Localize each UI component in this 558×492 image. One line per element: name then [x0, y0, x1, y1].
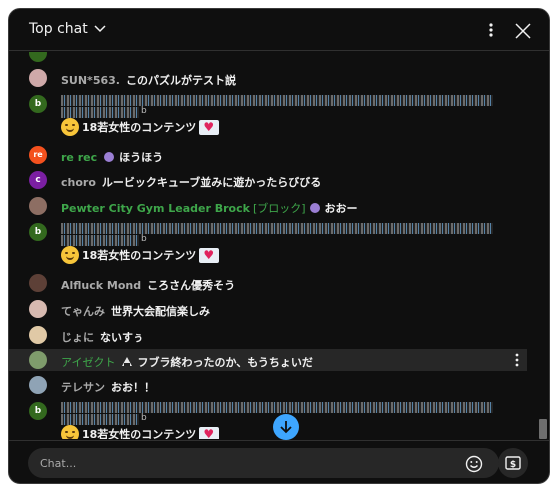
- message-author[interactable]: Alfluck Mond: [61, 279, 141, 292]
- avatar: [29, 52, 47, 62]
- super-chat-button[interactable]: $: [498, 448, 528, 478]
- avatar: [29, 274, 47, 292]
- avatar: b: [29, 402, 47, 420]
- message-menu-icon[interactable]: [515, 353, 519, 367]
- avatar: [29, 351, 47, 369]
- message-author[interactable]: [61, 402, 493, 413]
- message-fragment: b: [141, 413, 147, 423]
- garbled-text: [61, 107, 139, 118]
- avatar: [29, 376, 47, 394]
- garbled-text: [61, 235, 139, 246]
- message-text: ほうほう: [119, 151, 164, 164]
- message-text: ルービックキューブ並みに遊かったらびびる: [101, 176, 322, 189]
- onigiri-badge-icon: [122, 357, 133, 366]
- heart-icon: ♥: [199, 247, 220, 263]
- smiling-emoji-icon: [61, 246, 79, 264]
- avatar: [29, 197, 47, 215]
- avatar: b: [29, 95, 47, 113]
- message-text: ないすぅ: [100, 331, 144, 344]
- super-chat-icon: $: [505, 456, 521, 470]
- heart-icon: ♥: [199, 119, 220, 135]
- avatar: re: [29, 146, 47, 164]
- live-chat-window: Top chat SUN*563. このパズルがテスト説 b b 18若女性のコ…: [8, 8, 550, 484]
- avatar: [29, 300, 47, 318]
- member-badge-icon: [309, 203, 320, 213]
- chat-message-list[interactable]: SUN*563. このパズルがテスト説 b b 18若女性のコンテンツ ♥ re …: [9, 52, 549, 439]
- message-text: 18若女性のコンテンツ: [82, 249, 197, 262]
- avatar: [29, 69, 47, 87]
- chat-header: Top chat: [9, 9, 549, 51]
- svg-text:$: $: [510, 460, 516, 470]
- smiling-emoji-icon: [61, 118, 79, 136]
- message-text: このパズルがテスト説: [125, 74, 236, 87]
- avatar: c: [29, 171, 47, 189]
- message-author[interactable]: [61, 95, 493, 106]
- message-author[interactable]: [61, 223, 493, 234]
- message-text: ころさん優秀そう: [147, 279, 236, 292]
- message-text: 18若女性のコンテンツ: [82, 121, 197, 134]
- emoji-icon[interactable]: [464, 454, 484, 474]
- chat-footer: $: [9, 440, 549, 483]
- message-author[interactable]: Pewter City Gym Leader Brock: [61, 202, 250, 215]
- message-fragment: b: [141, 234, 147, 244]
- message-author[interactable]: re rec: [61, 151, 97, 164]
- message-author[interactable]: choro: [61, 176, 96, 189]
- heart-icon: ♥: [199, 426, 220, 439]
- message-text: おおー: [324, 202, 358, 215]
- avatar: [29, 326, 47, 344]
- scrollbar-thumb[interactable]: [539, 419, 547, 439]
- message-fragment: b: [141, 106, 147, 116]
- arrow-down-icon: [280, 421, 292, 434]
- message-text: おお！！: [111, 381, 155, 394]
- message-text: フブラ終わったのか、もうちょいだ: [137, 356, 313, 369]
- message-author[interactable]: アイゼクト: [61, 356, 115, 369]
- message-text: 18若女性のコンテンツ: [82, 428, 197, 439]
- smiling-emoji-icon: [61, 425, 79, 439]
- garbled-text: [61, 414, 139, 425]
- scroll-to-bottom-button[interactable]: [273, 414, 299, 440]
- chat-mode-label: Top chat: [29, 21, 88, 37]
- message-author[interactable]: SUN*563.: [61, 74, 120, 87]
- chevron-down-icon: [94, 25, 106, 33]
- message-text: 世界大会配信楽しみ: [111, 305, 210, 318]
- message-author[interactable]: じょに: [61, 331, 94, 344]
- more-vert-icon[interactable]: [483, 21, 499, 39]
- member-badge-icon: [104, 152, 115, 162]
- top-chat-dropdown[interactable]: Top chat: [29, 21, 106, 37]
- chat-input[interactable]: [28, 448, 499, 478]
- message-author[interactable]: テレサン: [61, 381, 105, 394]
- avatar: b: [29, 223, 47, 241]
- close-icon[interactable]: [513, 21, 533, 41]
- message-author[interactable]: てゃんみ: [61, 305, 105, 318]
- author-tag: [ブロック]: [252, 202, 306, 215]
